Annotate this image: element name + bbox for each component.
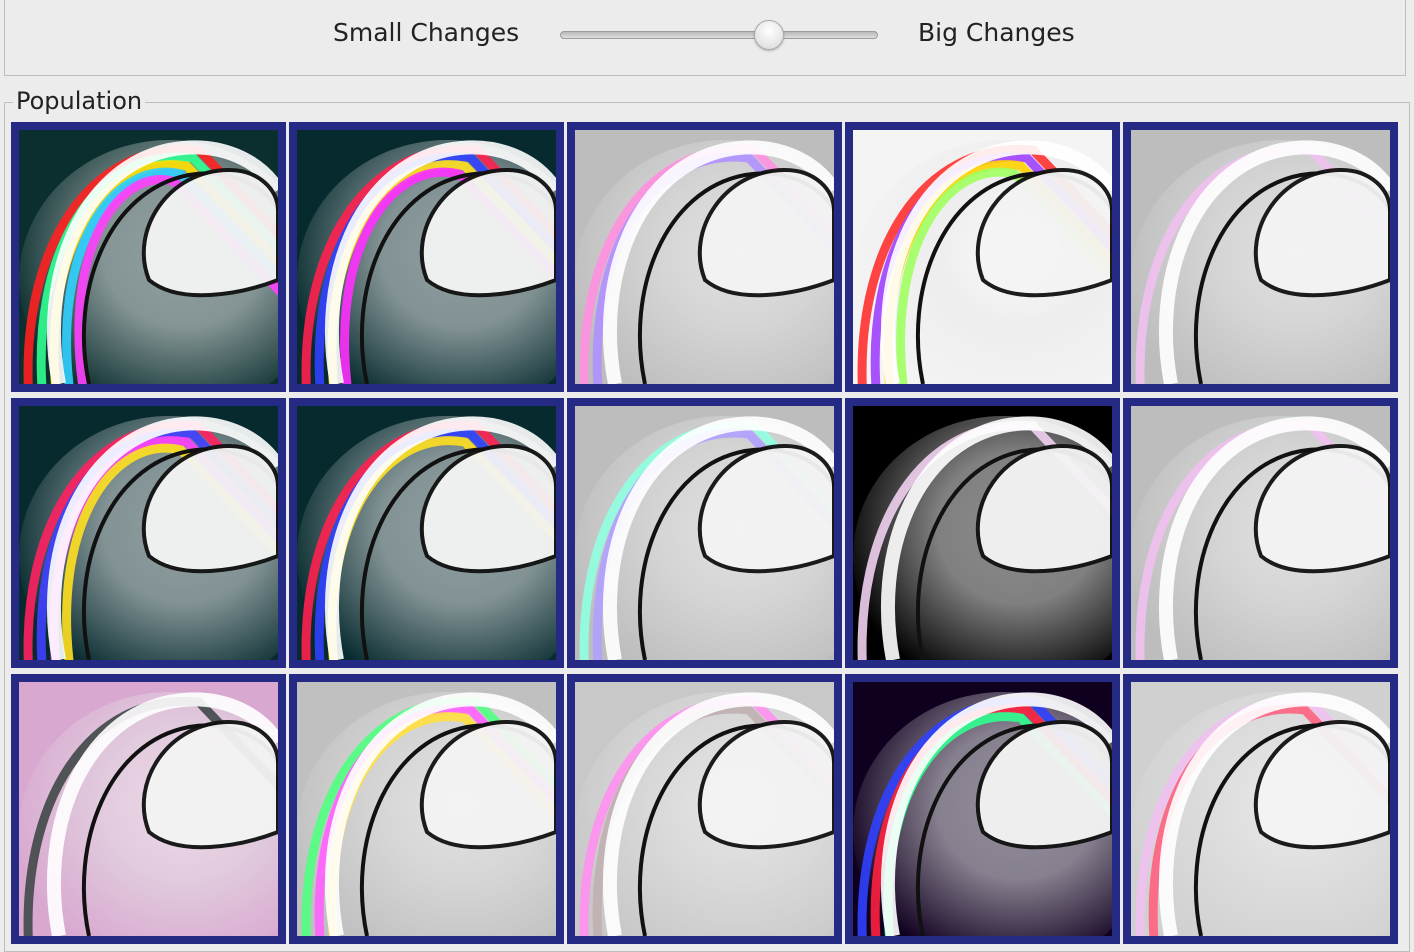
population-image-13[interactable] [567,674,842,944]
population-image-1[interactable] [11,122,286,392]
population-image-12[interactable] [289,674,564,944]
population-image-7[interactable] [289,398,564,668]
population-image-14[interactable] [845,674,1120,944]
population-image-11[interactable] [11,674,286,944]
population-image-2[interactable] [289,122,564,392]
population-image-4[interactable] [845,122,1120,392]
big-changes-label: Big Changes [918,18,1075,47]
slider-track[interactable] [560,31,878,39]
population-image-10[interactable] [1123,398,1398,668]
population-image-5[interactable] [1123,122,1398,392]
population-title: Population [13,87,146,115]
mutation-size-slider[interactable] [556,20,882,50]
population-image-9[interactable] [845,398,1120,668]
population-image-6[interactable] [11,398,286,668]
small-changes-label: Small Changes [333,18,520,47]
population-image-15[interactable] [1123,674,1398,944]
population-image-8[interactable] [567,398,842,668]
population-image-3[interactable] [567,122,842,392]
slider-thumb[interactable] [754,20,784,50]
